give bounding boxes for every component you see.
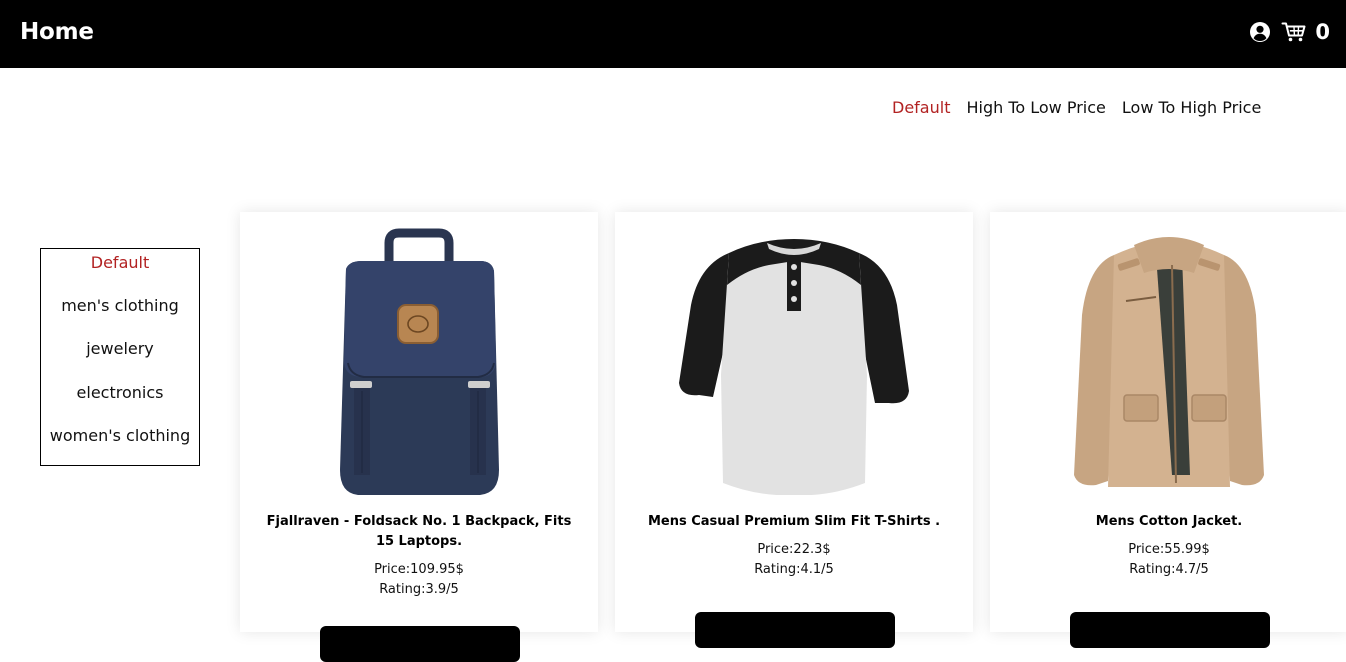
category-electronics[interactable]: electronics	[77, 379, 164, 422]
add-to-cart-button[interactable]	[1070, 612, 1270, 648]
sort-high-to-low-link[interactable]: High To Low Price	[966, 98, 1105, 117]
cart-count-badge: 0	[1315, 20, 1330, 44]
cart-icon[interactable]	[1281, 21, 1307, 43]
home-link[interactable]: Home	[20, 19, 94, 45]
product-rating: Rating:4.7/5	[990, 560, 1346, 580]
category-jewelery[interactable]: jewelery	[86, 335, 154, 378]
category-default[interactable]: Default	[91, 249, 149, 292]
product-card: Mens Cotton Jacket. Price:55.99$ Rating:…	[990, 212, 1346, 632]
category-mens-clothing[interactable]: men's clothing	[61, 292, 179, 335]
category-womens-clothing[interactable]: women's clothing	[50, 422, 190, 465]
add-to-cart-button[interactable]	[320, 626, 520, 662]
sort-default-link[interactable]: Default	[892, 98, 950, 117]
top-navbar: Home 0	[0, 0, 1346, 68]
product-price: Price:55.99$	[990, 540, 1346, 560]
product-title: Fjallraven - Foldsack No. 1 Backpack, Fi…	[260, 512, 578, 552]
user-circle-icon[interactable]	[1249, 21, 1271, 43]
category-filter-panel: Default men's clothing jewelery electron…	[40, 248, 200, 466]
product-image-tshirt[interactable]	[664, 220, 924, 500]
product-title: Mens Casual Premium Slim Fit T-Shirts .	[635, 512, 953, 532]
product-image-jacket[interactable]	[1039, 220, 1299, 500]
product-card: Fjallraven - Foldsack No. 1 Backpack, Fi…	[240, 212, 598, 632]
product-rating: Rating:4.1/5	[615, 560, 973, 580]
product-card: Mens Casual Premium Slim Fit T-Shirts . …	[615, 212, 973, 632]
product-title: Mens Cotton Jacket.	[1010, 512, 1328, 532]
navbar-actions: 0	[1249, 20, 1330, 44]
product-price: Price:109.95$	[240, 560, 598, 580]
sort-low-to-high-link[interactable]: Low To High Price	[1122, 98, 1261, 117]
product-image-backpack[interactable]	[289, 220, 549, 500]
product-price: Price:22.3$	[615, 540, 973, 560]
product-rating: Rating:3.9/5	[240, 580, 598, 600]
sort-options: Default High To Low Price Low To High Pr…	[892, 98, 1261, 117]
add-to-cart-button[interactable]	[695, 612, 895, 648]
